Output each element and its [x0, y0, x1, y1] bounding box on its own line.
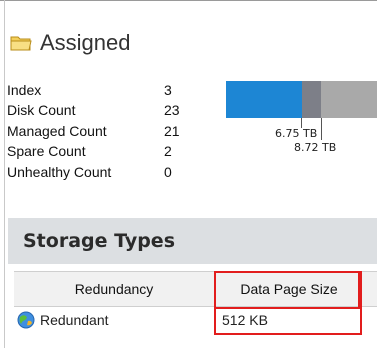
property-row: Unhealthy Count 0: [7, 162, 197, 182]
property-value: 3: [164, 82, 172, 98]
folder-icon: [10, 34, 32, 52]
property-row: Managed Count 21: [7, 121, 197, 141]
capacity-used-segment: [226, 81, 302, 118]
property-row: Disk Count 23: [7, 100, 197, 120]
capacity-total-label: 8.72 TB: [294, 141, 337, 154]
panel-title: Assigned: [40, 30, 131, 55]
property-label: Index: [7, 82, 42, 98]
highlight-box: [214, 307, 216, 335]
capacity-allocated-segment: [302, 81, 321, 118]
highlight-box: [214, 333, 362, 335]
property-label: Unhealthy Count: [7, 163, 112, 180]
capacity-bar: [226, 81, 377, 118]
property-label: Managed Count: [7, 122, 107, 139]
property-value: 23: [164, 102, 180, 119]
data-page-size-cell: 512 KB: [222, 312, 268, 328]
table-row[interactable]: Redundant 512 KB: [14, 307, 377, 333]
property-value: 2: [164, 143, 172, 160]
redundancy-cell: Redundant: [40, 312, 109, 328]
property-row: Index 3: [7, 80, 197, 100]
column-header-redundancy[interactable]: Redundancy: [14, 272, 214, 306]
panel-header: Assigned: [10, 28, 131, 58]
panel-border: [4, 0, 5, 348]
property-label: Disk Count: [7, 102, 76, 119]
capacity-used-label: 6.75 TB: [275, 127, 318, 140]
globe-icon: [17, 311, 35, 329]
property-value: 21: [164, 122, 180, 139]
property-label: Spare Count: [7, 143, 86, 160]
capacity-total-tick: [321, 118, 322, 140]
property-row: Spare Count 2: [7, 141, 197, 161]
section-title: Storage Types: [23, 230, 175, 252]
highlight-box: [360, 271, 362, 335]
storage-types-header: Storage Types: [8, 218, 377, 264]
highlight-box: [214, 271, 360, 309]
property-value: 0: [164, 163, 172, 180]
properties-list: Index 3 Disk Count 23 Managed Count 21 S…: [7, 80, 197, 182]
